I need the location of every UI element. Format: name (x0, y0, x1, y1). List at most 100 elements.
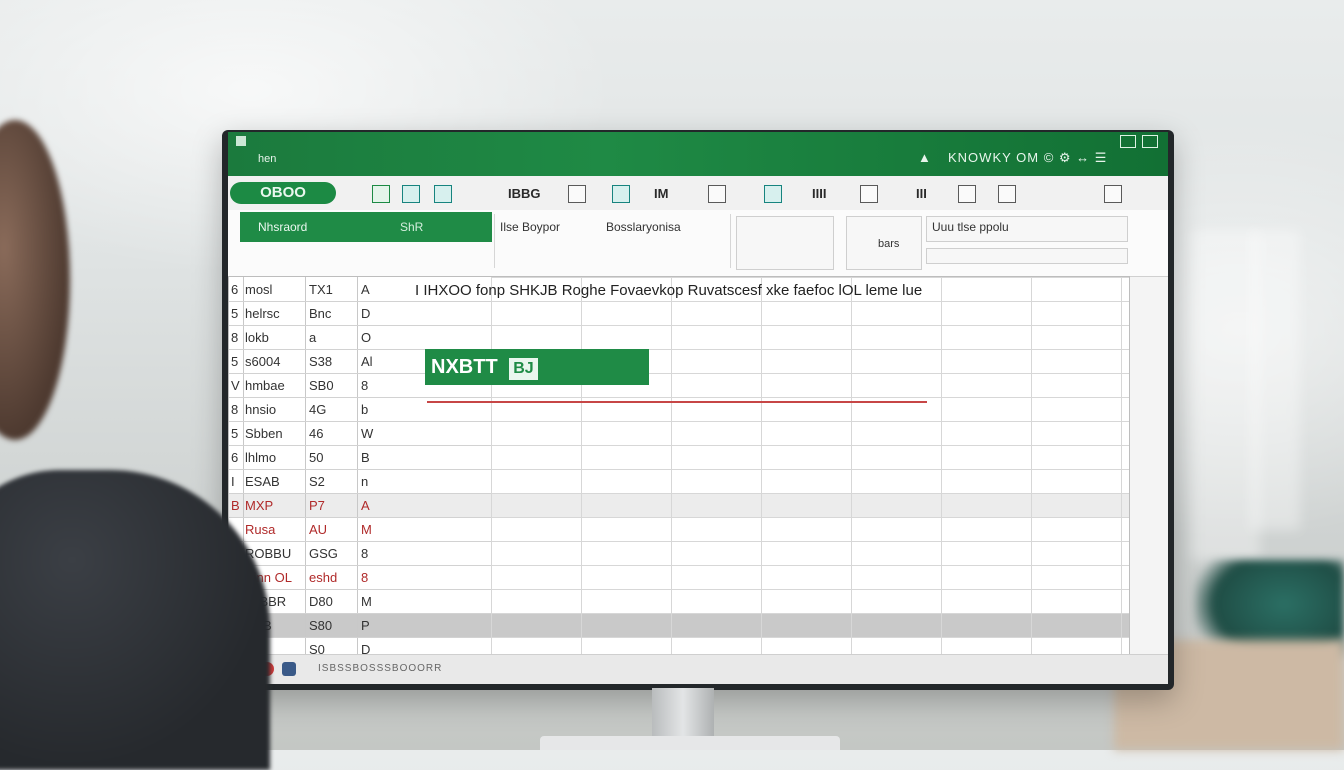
chart-icon[interactable] (612, 185, 630, 203)
row-index: 6 (231, 450, 239, 465)
table-row[interactable]: Rusa AU M (229, 517, 491, 542)
triangle-up-icon[interactable]: ▲ (918, 150, 931, 165)
cell-value: SB0 (309, 378, 334, 393)
red-trend-line (427, 401, 927, 403)
table-icon[interactable] (402, 185, 420, 203)
sheet-tab-icon[interactable] (282, 662, 296, 676)
row-index: 8 (231, 402, 239, 417)
cell-flag: 8 (361, 570, 369, 585)
sheet-icon[interactable] (372, 185, 390, 203)
format-icon[interactable] (708, 185, 726, 203)
maximize-icon[interactable] (1142, 135, 1158, 148)
table-row[interactable]: 5 Sbben 46 W (229, 421, 491, 446)
table-row[interactable]: 6 lhlmo 50 B (229, 445, 491, 470)
cell-flag: A (361, 498, 370, 513)
ribbon-toolbar: OBOO IBBG IM IIII III (228, 176, 1168, 211)
row-index: 8 (231, 330, 239, 345)
active-group-sub: ShR (400, 220, 424, 234)
title-tools[interactable]: KNOWKY OM © ⚙ ↔ ☰ (948, 150, 1107, 166)
cell-flag: Al (361, 354, 373, 369)
cell-value: TX1 (309, 282, 333, 297)
cell-flag: B (361, 450, 370, 465)
active-group-label: Nhsraord (258, 220, 308, 234)
image-icon[interactable] (568, 185, 586, 203)
ribbon-group-3[interactable]: Bosslaryonisa (606, 220, 681, 234)
table-row[interactable]: 5 helrsc Bnc D (229, 301, 491, 326)
cell-value: S2 (309, 474, 325, 489)
cell-value: D80 (309, 594, 333, 609)
cell-name: helrsc (245, 306, 280, 321)
cell-value: a (309, 330, 317, 345)
cell-name: lokb (245, 330, 269, 345)
layout-icon[interactable] (958, 185, 976, 203)
row-index: 5 (231, 426, 239, 441)
highlighted-cell-inner: BJ (509, 358, 538, 380)
cell-flag: M (361, 522, 372, 537)
row-index: V (231, 378, 240, 393)
cell-flag: 8 (361, 546, 369, 561)
spreadsheet-window: hen ▲ KNOWKY OM © ⚙ ↔ ☰ OBOO IBBG IM III… (228, 132, 1168, 684)
ribbon-groups: Nhsraord ShR Ilse Boypor Bosslaryonisa b… (228, 210, 1168, 277)
cell-value: 46 (309, 426, 324, 441)
group-separator (494, 214, 495, 268)
sheet-header-row[interactable]: I IHXOO fonp SHKJB Roghe Fovaevkop Ruvat… (415, 282, 922, 299)
cell-value: Bnc (309, 306, 332, 321)
table-row[interactable]: I ESAB S2 n (229, 469, 491, 494)
ribbon-tab-4[interactable]: III (916, 186, 927, 201)
cell-name: hmbae (245, 378, 285, 393)
view-icon[interactable] (1104, 185, 1122, 203)
row-data: 6 mosl TX1 A 5 helrsc Bnc D 8 lokb a O 5… (229, 277, 491, 662)
cell-value: S38 (309, 354, 333, 369)
cell-value: eshd (309, 570, 338, 585)
cell-flag: n (361, 474, 369, 489)
active-ribbon-group[interactable]: Nhsraord ShR (240, 212, 492, 242)
spreadsheet-grid[interactable]: 6 mosl TX1 A 5 helrsc Bnc D 8 lokb a O 5… (228, 276, 1130, 662)
cell-value: GSG (309, 546, 338, 561)
cell-value: 4G (309, 402, 327, 417)
minimize-icon[interactable] (1120, 135, 1136, 148)
format-slider[interactable] (926, 248, 1128, 264)
row-index: I (231, 474, 235, 489)
highlighted-cell[interactable]: NXBTT BJ (425, 349, 649, 385)
window-title: hen (258, 153, 277, 165)
cell-flag: A (361, 282, 370, 297)
row-index: B (231, 498, 240, 513)
cell-value: S80 (309, 618, 333, 633)
filter-icon[interactable] (764, 185, 782, 203)
app-logo[interactable]: OBOO (230, 182, 336, 204)
row-index: 5 (231, 354, 239, 369)
ribbon-tab-1[interactable]: IBBG (508, 186, 541, 201)
cell-flag: D (361, 306, 371, 321)
paste-options[interactable] (736, 216, 834, 270)
grid-icon[interactable] (434, 185, 452, 203)
cell-grid[interactable] (491, 277, 1129, 655)
cell-value: 50 (309, 450, 324, 465)
cell-value: AU (309, 522, 328, 537)
monitor-stand (652, 688, 714, 740)
window-controls (1120, 135, 1158, 148)
row-index: 5 (231, 306, 239, 321)
cell-name: Sbben (245, 426, 283, 441)
cell-name: mosl (245, 282, 273, 297)
ribbon-group-2[interactable]: Ilse Boypor (500, 220, 560, 234)
sort-icon[interactable] (860, 185, 878, 203)
table-row[interactable]: Pinn OL eshd 8 (229, 565, 491, 590)
status-bar: ISBSSBOSSSBOOORR (228, 654, 1168, 684)
ribbon-tab-2[interactable]: IM (654, 186, 668, 201)
ribbon-tab-3[interactable]: IIII (812, 186, 826, 201)
cell-name: hnsio (245, 402, 277, 417)
status-text: ISBSSBOSSSBOOORR (318, 663, 443, 674)
background-window (1250, 230, 1300, 530)
table-row[interactable]: B MXP P7 A (229, 493, 491, 518)
print-icon[interactable] (998, 185, 1016, 203)
monitor: hen ▲ KNOWKY OM © ⚙ ↔ ☰ OBOO IBBG IM III… (222, 130, 1174, 690)
table-row[interactable]: 8 lokb a O (229, 325, 491, 350)
cell-flag: b (361, 402, 369, 417)
ribbon-group-6[interactable]: Uuu tlse ppolu (932, 220, 1009, 234)
cell-name: ESAB (245, 474, 280, 489)
ribbon-group-5[interactable]: bars (878, 238, 899, 250)
monitor-base (540, 736, 840, 750)
table-row[interactable]: ROBBU GSG 8 (229, 541, 491, 566)
cell-flag: M (361, 594, 372, 609)
cell-value: P7 (309, 498, 325, 513)
